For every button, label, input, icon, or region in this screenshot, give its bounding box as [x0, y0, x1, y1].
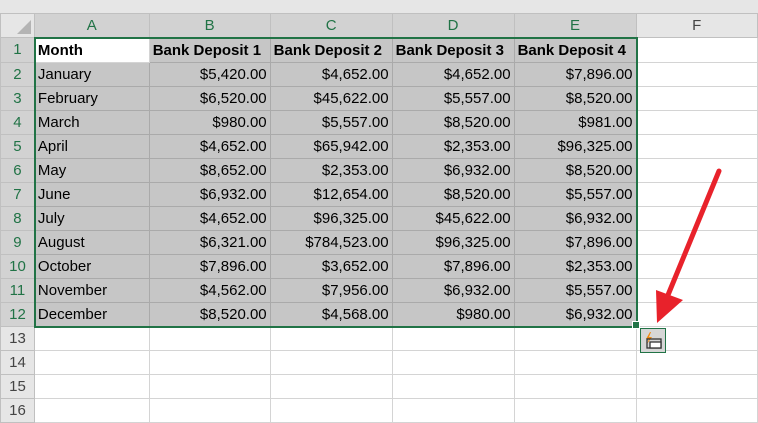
- red-arrow-icon: [656, 168, 722, 323]
